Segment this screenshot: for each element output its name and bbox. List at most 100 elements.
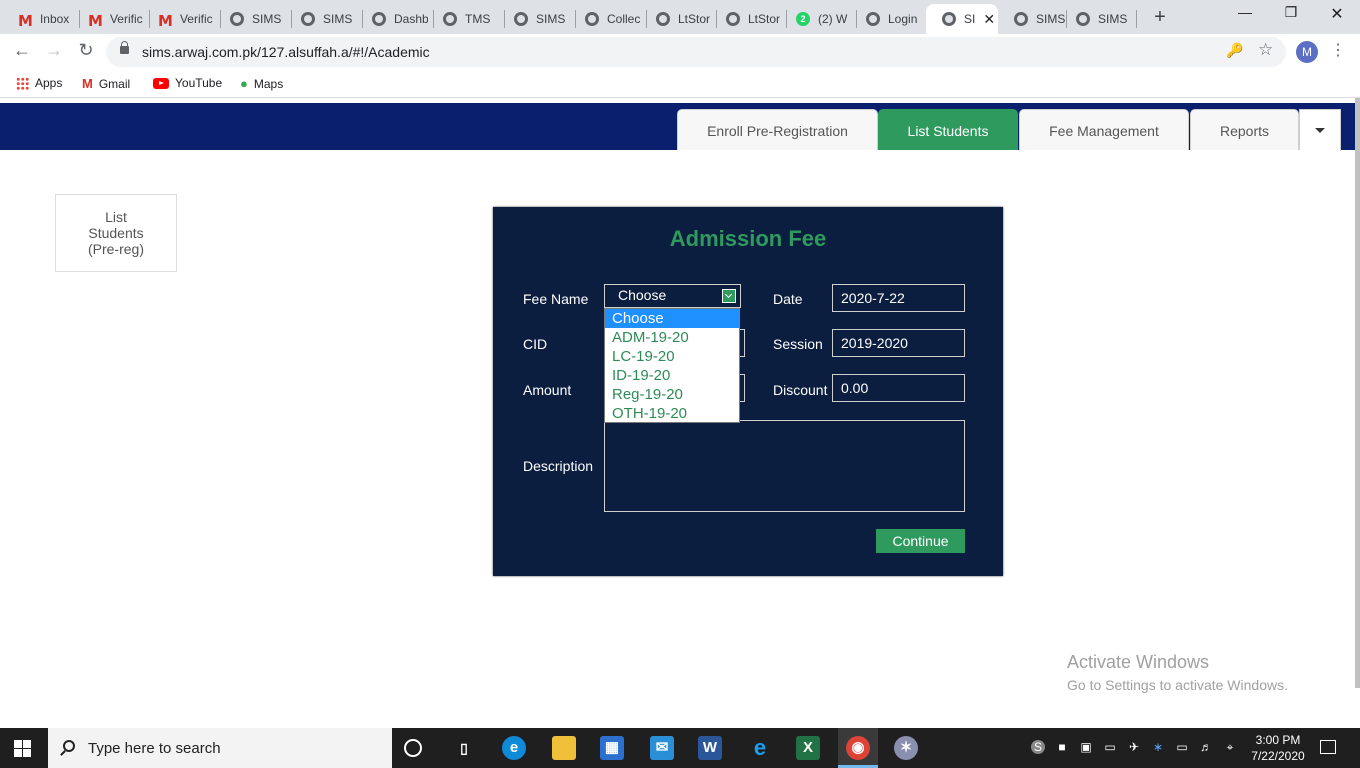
display-icon[interactable]: ▭ bbox=[1103, 740, 1117, 754]
security-icon[interactable]: ■ bbox=[1055, 740, 1069, 754]
dropdown-option[interactable]: ADM-19-20 bbox=[605, 328, 739, 347]
tab-enroll-pre-registration[interactable]: Enroll Pre-Registration bbox=[677, 109, 878, 151]
browser-tab[interactable]: Dashb bbox=[356, 4, 428, 34]
notification-icon[interactable] bbox=[1320, 740, 1336, 754]
globe-icon bbox=[585, 12, 599, 26]
edge-icon[interactable]: e bbox=[502, 736, 526, 760]
forward-icon[interactable]: → bbox=[42, 40, 66, 61]
close-window-icon[interactable]: ✕ bbox=[1317, 4, 1357, 24]
panel-title: Admission Fee bbox=[669, 226, 827, 251]
clock-date: 7/22/2020 bbox=[1251, 749, 1305, 763]
bookmark-youtube[interactable]: YouTube bbox=[153, 76, 222, 90]
globe-icon bbox=[726, 12, 740, 26]
task-view-icon[interactable]: ▯ bbox=[452, 736, 476, 760]
word-icon[interactable]: W bbox=[698, 736, 722, 760]
excel-icon[interactable]: X bbox=[796, 736, 820, 760]
back-icon[interactable]: ← bbox=[10, 40, 34, 61]
browser-menu-icon[interactable]: ⋮ bbox=[1330, 40, 1346, 60]
key-icon[interactable]: 🔑 bbox=[1226, 42, 1243, 59]
app-tray-icon[interactable]: ▣ bbox=[1079, 740, 1093, 754]
system-clock[interactable]: 3:00 PM 7/22/2020 bbox=[1240, 732, 1316, 764]
date-field[interactable]: 2020-7-22 bbox=[832, 284, 965, 312]
globe-icon bbox=[443, 12, 457, 26]
dropdown-option[interactable]: Choose bbox=[605, 309, 739, 328]
lock-icon bbox=[120, 41, 129, 54]
whatsapp-icon: 2 bbox=[796, 12, 810, 26]
tab-label: Verific bbox=[179, 12, 213, 26]
restore-icon[interactable]: ❐ bbox=[1271, 4, 1311, 21]
browser-tab-active[interactable]: SI ✕ bbox=[926, 4, 998, 34]
list-students-pre-reg-card[interactable]: List Students (Pre-reg) bbox=[55, 194, 177, 272]
browser-tab[interactable]: LtStor bbox=[640, 4, 712, 34]
continue-button[interactable]: Continue bbox=[876, 529, 965, 553]
description-field[interactable] bbox=[604, 420, 965, 512]
scrollbar[interactable] bbox=[1355, 98, 1360, 688]
tab-label: Collec bbox=[607, 12, 641, 26]
browser-tab[interactable]: SIMS bbox=[998, 4, 1066, 34]
reload-icon[interactable]: ↻ bbox=[74, 40, 98, 61]
internet-explorer-icon[interactable]: e bbox=[748, 736, 772, 760]
browser-tab[interactable]: SIMS bbox=[285, 4, 357, 34]
session-label: Session bbox=[773, 336, 823, 352]
address-bar[interactable]: sims.arwaj.com.pk/127.alsuffah.a/#!/Acad… bbox=[106, 37, 1286, 67]
discount-label: Discount bbox=[773, 382, 828, 398]
skype-icon[interactable]: S bbox=[1031, 740, 1045, 754]
bookmark-gmail[interactable]: M Gmail bbox=[82, 76, 130, 91]
browser-tab[interactable]: SIMS bbox=[498, 4, 570, 34]
browser-tab[interactable]: LtStor bbox=[710, 4, 782, 34]
nav-more-dropdown[interactable] bbox=[1299, 109, 1341, 151]
avatar[interactable]: M bbox=[1296, 41, 1318, 63]
network-off-icon[interactable]: ✈ bbox=[1127, 740, 1141, 754]
tab-label: Login bbox=[888, 12, 918, 26]
discount-field[interactable]: 0.00 bbox=[832, 374, 965, 402]
bookmark-maps[interactable]: ● Maps bbox=[240, 76, 283, 91]
globe-icon bbox=[942, 12, 956, 26]
taskbar-search[interactable]: Type here to search bbox=[48, 728, 392, 768]
session-field[interactable]: 2019-2020 bbox=[832, 329, 965, 357]
fee-name-select[interactable]: Choose bbox=[604, 284, 741, 308]
browser-tab[interactable]: TMS bbox=[427, 4, 499, 34]
bookmark-apps[interactable]: Apps bbox=[16, 76, 62, 90]
browser-tab[interactable]: M Verific bbox=[72, 4, 146, 34]
tab-fee-management[interactable]: Fee Management bbox=[1019, 109, 1189, 151]
browser-tab[interactable]: Collec bbox=[569, 4, 641, 34]
volume-icon[interactable]: ♬ bbox=[1199, 740, 1213, 754]
fee-name-dropdown: Choose ADM-19-20 LC-19-20 ID-19-20 Reg-1… bbox=[604, 308, 740, 423]
close-tab-icon[interactable]: ✕ bbox=[983, 11, 995, 28]
fee-name-label: Fee Name bbox=[523, 291, 589, 307]
browser-tab[interactable]: SIMS bbox=[214, 4, 286, 34]
gmail-icon: M bbox=[88, 12, 103, 30]
chrome-icon[interactable]: ◉ bbox=[846, 736, 870, 760]
bluetooth-icon[interactable]: ∗ bbox=[1151, 740, 1165, 754]
mail-icon[interactable]: ✉ bbox=[650, 736, 674, 760]
tab-label: SIMS bbox=[1098, 12, 1128, 26]
tab-label: SIMS bbox=[252, 12, 282, 26]
watermark-title: Activate Windows bbox=[1067, 652, 1210, 672]
dropdown-option[interactable]: ID-19-20 bbox=[605, 366, 739, 385]
file-explorer-icon[interactable] bbox=[552, 736, 576, 760]
tab-reports[interactable]: Reports bbox=[1190, 109, 1299, 151]
dropdown-option[interactable]: Reg-19-20 bbox=[605, 385, 739, 404]
battery-icon[interactable]: ▭ bbox=[1175, 740, 1189, 754]
tab-label: (2) W bbox=[818, 12, 848, 26]
browser-tab[interactable]: Login bbox=[850, 4, 924, 34]
windows-taskbar: Type here to search ▯ e ▦ ✉ W e X ◉ ✶ S … bbox=[0, 728, 1360, 768]
apps-icon bbox=[16, 76, 29, 90]
wifi-icon[interactable]: ⌖ bbox=[1223, 740, 1237, 754]
tab-list-students[interactable]: List Students bbox=[878, 109, 1018, 151]
dropdown-option[interactable]: LC-19-20 bbox=[605, 347, 739, 366]
store-icon[interactable]: ▦ bbox=[600, 736, 624, 760]
tab-label: SIMS bbox=[323, 12, 353, 26]
maps-icon: ● bbox=[240, 76, 248, 91]
minimize-icon[interactable]: — bbox=[1225, 4, 1265, 20]
browser-tab[interactable]: M Verific bbox=[142, 4, 216, 34]
cortana-icon[interactable] bbox=[404, 739, 422, 757]
new-tab-icon[interactable]: + bbox=[1150, 6, 1170, 29]
star-icon[interactable]: ☆ bbox=[1258, 40, 1273, 60]
browser-tab[interactable]: 2 (2) W bbox=[780, 4, 852, 34]
browser-tab[interactable]: SIMS bbox=[1060, 4, 1136, 34]
windows-start-icon[interactable] bbox=[14, 740, 32, 757]
dropdown-option[interactable]: OTH-19-20 bbox=[605, 404, 739, 423]
browser-tab[interactable]: M Inbox bbox=[2, 4, 78, 34]
paint-icon[interactable]: ✶ bbox=[894, 736, 918, 760]
